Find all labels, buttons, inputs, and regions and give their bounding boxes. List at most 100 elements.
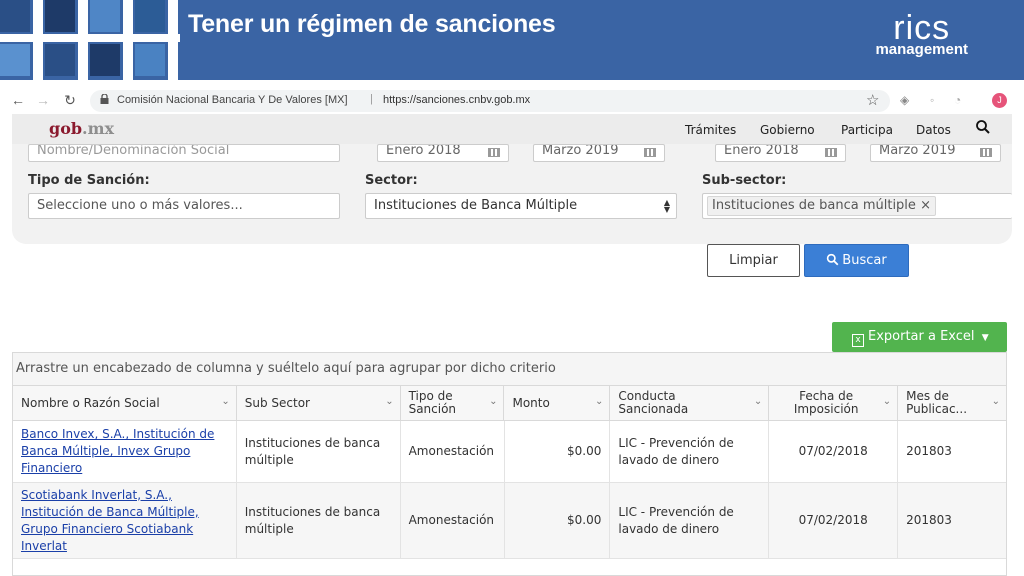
logo-top-text: rics — [893, 9, 951, 47]
browser-toolbar: ← → ↻ Comisión Nacional Bancaria Y De Va… — [0, 88, 1024, 114]
column-header-label: Conducta Sancionada — [618, 389, 689, 416]
chevron-down-icon[interactable]: ⌄ — [992, 395, 1000, 408]
conducta-cell: LIC - Prevención de lavado de dinero — [610, 421, 770, 482]
chevron-down-icon[interactable]: ⌄ — [221, 395, 229, 408]
search-icon — [827, 253, 839, 266]
institution-link[interactable]: Banco Invex, S.A., Institución de Banca … — [13, 421, 237, 482]
slide-title: Tener un régimen de sanciones — [188, 10, 556, 38]
chevron-down-icon[interactable]: ⌄ — [385, 395, 393, 408]
calendar-icon[interactable] — [980, 148, 992, 157]
column-header-name[interactable]: Nombre o Razón Social ⌄ — [13, 386, 237, 420]
reload-icon[interactable]: ↻ — [62, 92, 78, 109]
fecha-cell: 07/02/2018 — [769, 421, 899, 482]
column-header-label: Nombre o Razón Social — [21, 395, 160, 410]
extension-icon[interactable]: ◦ — [930, 93, 934, 107]
chevron-down-icon[interactable]: ⌄ — [595, 395, 603, 408]
site-identity: Comisión Nacional Bancaria Y De Valores … — [117, 94, 348, 106]
filter-panel: Nombre/Denominación Social Enero 2018 Ma… — [12, 144, 1012, 244]
column-header-monto[interactable]: Monto ⌄ — [504, 386, 611, 420]
sync-extension-icon[interactable]: ◔ — [954, 93, 961, 107]
sector-label: Sector: — [365, 173, 418, 188]
tipo-cell: Amonestación — [401, 421, 505, 482]
logo-main: gob — [49, 119, 83, 138]
column-header-fecha[interactable]: Fecha de Imposición ⌄ — [769, 386, 899, 420]
date-to-value: Marzo 2019 — [542, 144, 619, 158]
export-excel-button[interactable]: x Exportar a Excel ▼ — [832, 322, 1007, 352]
group-by-drop-zone[interactable]: Arrastre un encabezado de columna y suél… — [13, 353, 1006, 386]
shield-extension-icon[interactable]: ◈ — [900, 93, 909, 107]
pub-date-from-field[interactable]: Enero 2018 — [715, 144, 846, 162]
mes-cell: 201803 — [906, 444, 952, 458]
fecha-cell: 07/02/2018 — [769, 483, 899, 558]
url-text[interactable]: https://sanciones.cnbv.gob.mx — [383, 94, 530, 106]
nav-item-tramites[interactable]: Trámites — [685, 123, 736, 137]
tipo-cell: Amonestación — [401, 483, 505, 558]
bookmark-star-icon[interactable]: ☆ — [866, 91, 879, 109]
clear-button[interactable]: Limpiar — [707, 244, 800, 277]
name-search-field[interactable]: Nombre/Denominación Social — [28, 144, 340, 162]
table-row[interactable]: Banco Invex, S.A., Institución de Banca … — [13, 421, 1006, 483]
mes-cell: 201803 — [906, 513, 952, 527]
decorative-tiles — [0, 0, 180, 80]
chevron-down-icon[interactable]: ⌄ — [489, 395, 497, 408]
forward-arrow-icon[interactable]: → — [35, 92, 51, 108]
back-arrow-icon[interactable]: ← — [10, 92, 26, 108]
column-header-label: Tipo de Sanción — [408, 389, 457, 416]
nav-item-participa[interactable]: Participa — [841, 123, 893, 137]
column-header-mes[interactable]: Mes de Publicac... ⌄ — [898, 386, 1006, 420]
sanctions-grid: Arrastre un encabezado de columna y suél… — [12, 352, 1007, 576]
table-row[interactable]: Scotiabank Inverlat, S.A., Institución d… — [13, 483, 1006, 559]
pub-date-to-field[interactable]: Marzo 2019 — [870, 144, 1001, 162]
slide-header: Tener un régimen de sanciones rics manag… — [0, 0, 1024, 80]
select-updown-icon: ▲ ▼ — [663, 198, 670, 214]
nav-item-datos[interactable]: Datos — [916, 123, 951, 137]
logo-suffix: .mx — [82, 119, 115, 138]
conducta-cell: LIC - Prevención de lavado de dinero — [610, 483, 770, 558]
lock-icon — [100, 94, 109, 104]
excel-file-icon: x — [852, 334, 864, 347]
calendar-icon[interactable] — [488, 148, 500, 157]
monto-cell: $0.00 — [505, 483, 611, 558]
sector-select[interactable]: Instituciones de Banca Múltiple ▲ ▼ — [365, 193, 677, 219]
column-header-subsector[interactable]: Sub Sector ⌄ — [237, 386, 401, 420]
subsector-tag-label: Instituciones de banca múltiple — [712, 198, 916, 213]
search-icon[interactable] — [975, 119, 991, 135]
tipo-sancion-select[interactable]: Seleccione uno o más valores... — [28, 193, 340, 219]
rics-logo: rics management — [875, 9, 968, 58]
gob-mx-logo[interactable]: gob.mx — [49, 119, 114, 138]
monto-cell: $0.00 — [505, 421, 611, 482]
search-button[interactable]: Buscar — [804, 244, 909, 277]
column-header-label: Monto — [512, 395, 550, 410]
subsector-cell: Instituciones de banca múltiple — [237, 421, 401, 482]
grid-header-row: Nombre o Razón Social ⌄ Sub Sector ⌄ Tipo … — [13, 386, 1006, 421]
date-from-field[interactable]: Enero 2018 — [377, 144, 509, 162]
institution-link[interactable]: Scotiabank Inverlat, S.A., Institución d… — [13, 483, 237, 558]
calendar-icon[interactable] — [644, 148, 656, 157]
chevron-down-icon[interactable]: ⌄ — [883, 395, 891, 408]
column-header-tipo[interactable]: Tipo de Sanción ⌄ — [401, 386, 505, 420]
column-header-label: Sub Sector — [244, 395, 310, 410]
search-button-label: Buscar — [842, 253, 887, 268]
calendar-icon[interactable] — [825, 148, 837, 157]
logo-bottom-text: management — [875, 41, 968, 58]
subsector-tag: Instituciones de banca múltiple × — [707, 196, 936, 216]
pub-date-from-value: Enero 2018 — [724, 144, 799, 158]
subsector-cell: Instituciones de banca múltiple — [237, 483, 401, 558]
column-header-label: Mes de Publicac... — [906, 389, 968, 416]
pub-date-to-value: Marzo 2019 — [879, 144, 956, 158]
column-header-conducta[interactable]: Conducta Sancionada ⌄ — [610, 386, 770, 420]
tipo-sancion-label: Tipo de Sanción: — [28, 173, 150, 188]
caret-down-icon: ▼ — [981, 333, 989, 343]
subsector-multiselect[interactable]: Instituciones de banca múltiple × — [702, 193, 1012, 219]
nav-item-gobierno[interactable]: Gobierno — [760, 123, 815, 137]
subsector-label: Sub-sector: — [702, 173, 787, 188]
date-to-field[interactable]: Marzo 2019 — [533, 144, 665, 162]
profile-avatar[interactable]: J — [992, 93, 1007, 108]
tag-remove-icon[interactable]: × — [920, 198, 931, 213]
sector-value: Instituciones de Banca Múltiple — [374, 198, 578, 213]
column-header-label: Fecha de Imposición — [793, 389, 859, 416]
site-navbar: gob.mx Trámites Gobierno Participa Datos — [12, 114, 1012, 144]
date-from-value: Enero 2018 — [386, 144, 461, 158]
url-separator: | — [370, 93, 373, 105]
chevron-down-icon[interactable]: ⌄ — [754, 395, 762, 408]
